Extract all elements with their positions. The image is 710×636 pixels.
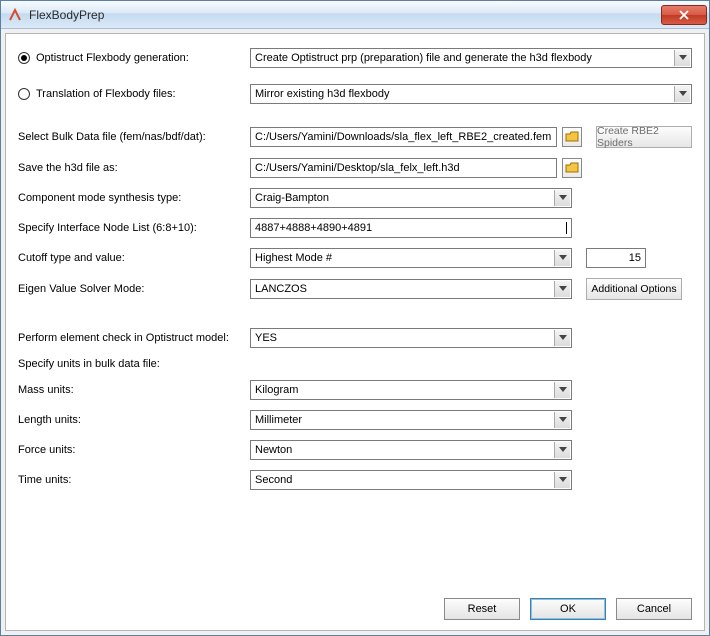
row-specify-units: Specify units in bulk data file: xyxy=(18,358,692,370)
row-translation: Translation of Flexbody files: Mirror ex… xyxy=(18,84,692,104)
row-length-units: Length units: Millimeter xyxy=(18,410,692,430)
ok-button[interactable]: OK xyxy=(530,598,606,620)
additional-options-button[interactable]: Additional Options xyxy=(586,278,682,300)
label-cutoff: Cutoff type and value: xyxy=(18,252,250,264)
close-button[interactable] xyxy=(661,5,707,25)
reset-button[interactable]: Reset xyxy=(444,598,520,620)
label-save-h3d: Save the h3d file as: xyxy=(18,162,250,174)
row-optistruct-gen: Optistruct Flexbody generation: Create O… xyxy=(18,48,692,68)
browse-bulk-button[interactable] xyxy=(562,127,582,147)
select-mass-units[interactable]: Kilogram xyxy=(250,380,572,400)
row-mass-units: Mass units: Kilogram xyxy=(18,380,692,400)
row-time-units: Time units: Second xyxy=(18,470,692,490)
app-icon xyxy=(7,7,23,23)
label-specify-units: Specify units in bulk data file: xyxy=(18,358,250,370)
label-cms: Component mode synthesis type: xyxy=(18,192,250,204)
row-save-h3d: Save the h3d file as: C:/Users/Yamini/De… xyxy=(18,158,692,178)
label-elemcheck: Perform element check in Optistruct mode… xyxy=(18,332,250,344)
input-nodelist[interactable]: 4887+4888+4890+4891 xyxy=(250,218,572,238)
radio-optistruct[interactable] xyxy=(18,52,30,64)
row-elemcheck: Perform element check in Optistruct mode… xyxy=(18,328,692,348)
chevron-down-icon xyxy=(674,86,690,102)
input-save-h3d[interactable]: C:/Users/Yamini/Desktop/sla_felx_left.h3… xyxy=(250,158,557,178)
flexbodyprep-window: FlexBodyPrep Optistruct Flexbody generat… xyxy=(0,0,710,636)
create-rbe2-button[interactable]: Create RBE2 Spiders xyxy=(596,126,692,148)
window-title: FlexBodyPrep xyxy=(29,8,661,22)
row-cutoff: Cutoff type and value: Highest Mode # 15 xyxy=(18,248,692,268)
label-optistruct: Optistruct Flexbody generation: xyxy=(36,52,189,64)
cancel-button[interactable]: Cancel xyxy=(616,598,692,620)
select-time-units[interactable]: Second xyxy=(250,470,572,490)
chevron-down-icon xyxy=(554,190,570,206)
select-translation-mode[interactable]: Mirror existing h3d flexbody xyxy=(250,84,692,104)
chevron-down-icon xyxy=(554,250,570,266)
input-bulk-file[interactable]: C:/Users/Yamini/Downloads/sla_flex_left_… xyxy=(250,127,557,147)
label-translation: Translation of Flexbody files: xyxy=(36,88,176,100)
titlebar: FlexBodyPrep xyxy=(1,1,709,29)
chevron-down-icon xyxy=(554,472,570,488)
select-optistruct-mode[interactable]: Create Optistruct prp (preparation) file… xyxy=(250,48,692,68)
row-cms: Component mode synthesis type: Craig-Bam… xyxy=(18,188,692,208)
chevron-down-icon xyxy=(554,412,570,428)
main-panel: Optistruct Flexbody generation: Create O… xyxy=(5,33,705,631)
label-length: Length units: xyxy=(18,414,250,426)
row-bulk-data: Select Bulk Data file (fem/nas/bdf/dat):… xyxy=(18,126,692,148)
footer-buttons: Reset OK Cancel xyxy=(18,590,692,620)
chevron-down-icon xyxy=(554,330,570,346)
row-force-units: Force units: Newton xyxy=(18,440,692,460)
label-eigen: Eigen Value Solver Mode: xyxy=(18,283,250,295)
label-force: Force units: xyxy=(18,444,250,456)
row-nodelist: Specify Interface Node List (6:8+10): 48… xyxy=(18,218,692,238)
select-eigen-mode[interactable]: LANCZOS xyxy=(250,279,572,299)
label-nodelist: Specify Interface Node List (6:8+10): xyxy=(18,222,250,234)
chevron-down-icon xyxy=(554,281,570,297)
label-time: Time units: xyxy=(18,474,250,486)
select-elemcheck[interactable]: YES xyxy=(250,328,572,348)
content-area: Optistruct Flexbody generation: Create O… xyxy=(1,29,709,635)
row-eigen: Eigen Value Solver Mode: LANCZOS Additio… xyxy=(18,278,692,300)
input-cutoff-value[interactable]: 15 xyxy=(586,248,646,268)
select-cms-type[interactable]: Craig-Bampton xyxy=(250,188,572,208)
radio-translation[interactable] xyxy=(18,88,30,100)
browse-save-button[interactable] xyxy=(562,158,582,178)
chevron-down-icon xyxy=(554,442,570,458)
label-mass: Mass units: xyxy=(18,384,250,396)
select-force-units[interactable]: Newton xyxy=(250,440,572,460)
chevron-down-icon xyxy=(674,50,690,66)
chevron-down-icon xyxy=(554,382,570,398)
label-bulk: Select Bulk Data file (fem/nas/bdf/dat): xyxy=(18,131,250,143)
select-length-units[interactable]: Millimeter xyxy=(250,410,572,430)
select-cutoff-type[interactable]: Highest Mode # xyxy=(250,248,572,268)
